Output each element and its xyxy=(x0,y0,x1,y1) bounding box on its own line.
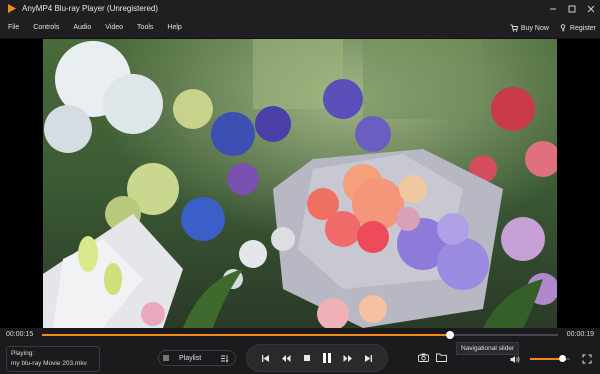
playing-label: Playing: xyxy=(11,350,35,357)
volume-slider[interactable] xyxy=(530,355,570,362)
skip-next-icon xyxy=(365,354,373,362)
camera-icon xyxy=(417,353,429,362)
fullscreen-icon xyxy=(582,354,592,364)
minimize-button[interactable] xyxy=(543,0,562,17)
menu-controls[interactable]: Controls xyxy=(33,24,59,31)
total-time: 00:00:19 xyxy=(566,331,594,338)
volume-button[interactable] xyxy=(508,352,522,366)
menu-tools[interactable]: Tools xyxy=(137,24,153,31)
previous-button[interactable] xyxy=(258,351,272,365)
menu-file[interactable]: File xyxy=(8,24,19,31)
playlist-order-icon[interactable] xyxy=(217,351,231,365)
buy-now-label: Buy Now xyxy=(520,24,549,32)
window-title: AnyMP4 Blu-ray Player (Unregistered) xyxy=(22,4,159,13)
close-button[interactable] xyxy=(581,0,600,17)
buy-now-button[interactable]: Buy Now xyxy=(510,24,549,32)
menu-help[interactable]: Help xyxy=(167,24,181,31)
key-icon xyxy=(560,24,566,32)
fast-forward-icon xyxy=(343,354,352,362)
pause-icon xyxy=(323,353,332,363)
video-stage[interactable] xyxy=(0,39,600,328)
menu-bar: File Controls Audio Video Tools Help Buy… xyxy=(0,17,600,39)
fast-forward-button[interactable] xyxy=(341,351,355,365)
maximize-button[interactable] xyxy=(562,0,581,17)
snapshot-button[interactable] xyxy=(416,350,430,364)
transport-controls xyxy=(246,344,388,372)
video-frame[interactable] xyxy=(43,39,557,328)
volume-fill xyxy=(530,358,563,360)
volume-handle[interactable] xyxy=(559,355,567,362)
folder-icon xyxy=(435,353,447,362)
controls-bar: Playing: my blu-ray Movie 203.mkv Playli… xyxy=(0,342,600,374)
rewind-icon xyxy=(281,354,291,362)
cart-icon xyxy=(510,24,518,32)
playlist-label: Playlist xyxy=(179,354,202,362)
menu-audio[interactable]: Audio xyxy=(73,24,91,31)
volume-icon xyxy=(510,355,519,363)
playing-file-name: my blu-ray Movie 203.mkv xyxy=(11,360,87,367)
progress-row: 00:00:15 00:00:19 xyxy=(0,328,600,342)
now-playing-panel: Playing: my blu-ray Movie 203.mkv xyxy=(6,346,100,372)
elapsed-time: 00:00:15 xyxy=(6,331,34,338)
list-icon xyxy=(159,351,173,365)
stop-button[interactable] xyxy=(300,351,314,365)
register-label: Register xyxy=(569,24,596,32)
fullscreen-button[interactable] xyxy=(580,352,594,366)
title-bar: AnyMP4 Blu-ray Player (Unregistered) xyxy=(0,0,600,17)
skip-previous-icon xyxy=(261,354,269,362)
pause-button[interactable] xyxy=(320,351,334,365)
menu-video[interactable]: Video xyxy=(105,24,123,31)
rewind-button[interactable] xyxy=(279,351,293,365)
navigational-slider[interactable] xyxy=(42,331,558,339)
progress-handle[interactable] xyxy=(445,331,454,339)
open-folder-button[interactable] xyxy=(434,350,448,364)
register-button[interactable]: Register xyxy=(559,24,596,32)
progress-fill xyxy=(42,334,450,336)
app-logo-icon xyxy=(4,2,18,16)
stop-icon xyxy=(303,355,310,361)
video-frame-image xyxy=(43,39,557,328)
next-button[interactable] xyxy=(362,351,376,365)
playlist-toggle[interactable]: Playlist xyxy=(158,350,236,366)
